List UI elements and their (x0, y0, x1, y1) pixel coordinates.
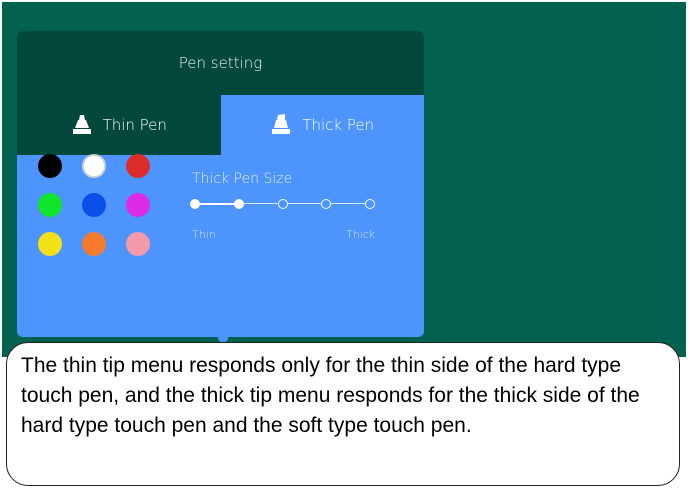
color-swatch-blue[interactable] (82, 193, 106, 217)
tab-thin-pen-label: Thin Pen (102, 116, 167, 134)
color-swatch-black[interactable] (38, 154, 62, 178)
pen-type-tabs: Thin Pen Thick Pen (17, 95, 424, 155)
slider-track-segment (200, 202, 234, 205)
color-palette (38, 154, 168, 256)
color-swatch-magenta[interactable] (126, 193, 150, 217)
color-swatch-red[interactable] (126, 154, 150, 178)
tab-thin-pen[interactable]: Thin Pen (17, 95, 221, 155)
size-min-label: Thin (192, 228, 216, 241)
callout-text: The thin tip menu responds only for the … (21, 354, 640, 437)
color-swatch-green[interactable] (38, 193, 62, 217)
size-step-2[interactable] (233, 199, 244, 209)
pen-tip-icon (270, 114, 292, 136)
slider-track-segment (331, 203, 365, 204)
color-swatch-white[interactable] (82, 154, 106, 178)
tab-thick-pen-label: Thick Pen (302, 116, 375, 134)
pen-size-label: Thick Pen Size (192, 171, 293, 187)
panel-title: Pen setting (17, 31, 424, 95)
callout-note: The thin tip menu responds only for the … (6, 342, 680, 486)
color-swatch-yellow[interactable] (38, 232, 62, 256)
pen-size-slider[interactable] (190, 196, 375, 212)
pen-tip-icon (71, 114, 93, 136)
slider-track-segment (287, 203, 322, 204)
size-max-label: Thick (346, 228, 376, 241)
tab-thick-pen[interactable]: Thick Pen (220, 95, 424, 155)
size-step-1[interactable] (190, 199, 200, 209)
size-step-5[interactable] (365, 199, 375, 209)
color-swatch-pink[interactable] (126, 232, 150, 256)
slider-track-segment (243, 203, 278, 204)
size-step-3[interactable] (277, 199, 288, 209)
size-step-4[interactable] (321, 199, 332, 209)
color-swatch-orange[interactable] (82, 232, 106, 256)
